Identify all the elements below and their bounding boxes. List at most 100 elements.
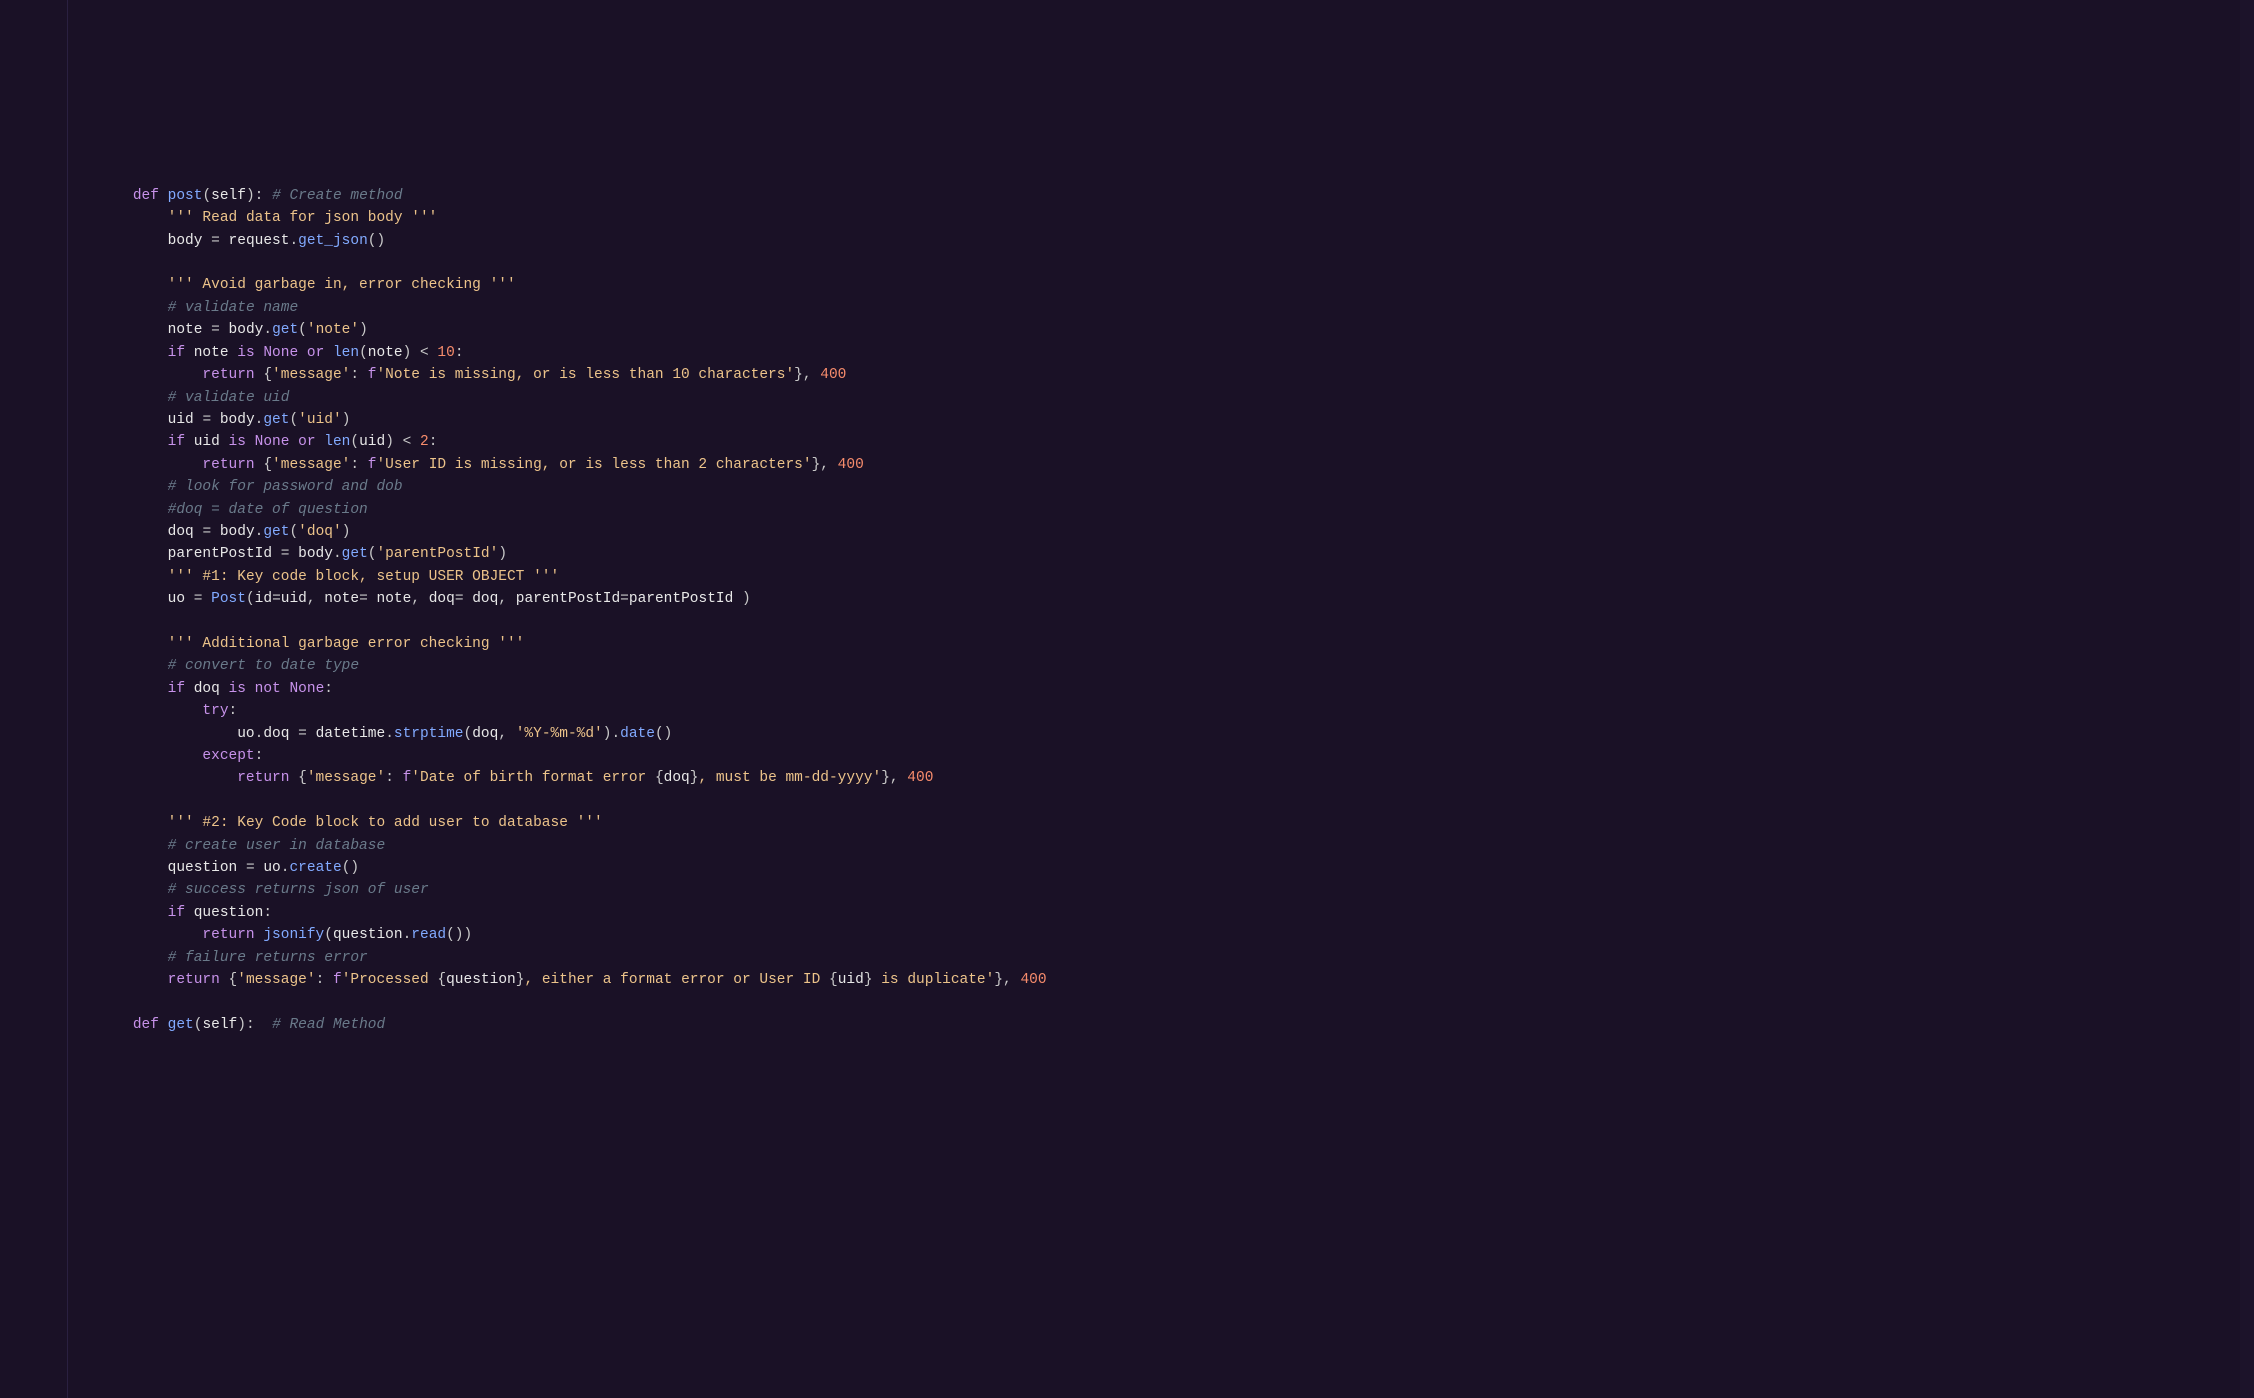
token: ( — [289, 412, 298, 428]
code-line[interactable]: question = uo.create() — [98, 857, 2214, 879]
code-line[interactable]: # validate uid — [98, 387, 2214, 409]
code-line[interactable]: if doq is not None: — [98, 678, 2214, 700]
code-line[interactable]: return {'message': f'Note is missing, or… — [98, 364, 2214, 386]
token: ( — [324, 927, 333, 943]
token — [246, 681, 255, 697]
token: 'message' — [272, 457, 350, 473]
token — [185, 345, 194, 361]
token: 'note' — [307, 322, 359, 338]
token — [202, 322, 211, 338]
code-line[interactable]: ''' Read data for json body ''' — [98, 207, 2214, 229]
token: { — [298, 770, 307, 786]
editor-minimap[interactable] — [2240, 0, 2254, 1398]
code-line[interactable]: ''' Additional garbage error checking ''… — [98, 633, 2214, 655]
code-line[interactable]: try: — [98, 700, 2214, 722]
token: if — [168, 905, 185, 921]
token: question — [168, 860, 238, 876]
code-line[interactable]: parentPostId = body.get('parentPostId') — [98, 543, 2214, 565]
indent — [98, 636, 168, 652]
token: # failure returns error — [168, 950, 368, 966]
token — [185, 591, 194, 607]
code-line[interactable] — [98, 991, 2214, 1013]
code-line[interactable] — [98, 611, 2214, 633]
token: len — [324, 434, 350, 450]
token: ''' Additional garbage error checking ''… — [168, 636, 525, 652]
code-line[interactable]: if question: — [98, 902, 2214, 924]
token: = — [246, 860, 255, 876]
token: is — [237, 345, 254, 361]
token: f — [403, 770, 412, 786]
token: . — [263, 322, 272, 338]
code-line[interactable]: note = body.get('note') — [98, 319, 2214, 341]
token: parentPostId — [629, 591, 733, 607]
code-line[interactable]: def post(self): # Create method — [98, 185, 2214, 207]
token — [289, 726, 298, 742]
code-line[interactable]: uid = body.get('uid') — [98, 409, 2214, 431]
token — [733, 591, 742, 607]
token: { — [229, 972, 238, 988]
token: }, — [881, 770, 907, 786]
code-line[interactable]: # validate name — [98, 297, 2214, 319]
indent — [98, 860, 168, 876]
indent — [98, 569, 168, 585]
token: return — [168, 972, 220, 988]
code-line[interactable]: uo.doq = datetime.strptime(doq, '%Y-%m-%… — [98, 723, 2214, 745]
code-line[interactable]: ''' #1: Key code block, setup USER OBJEC… — [98, 566, 2214, 588]
token: # convert to date type — [168, 658, 359, 674]
code-line[interactable]: return {'message': f'Date of birth forma… — [98, 767, 2214, 789]
token: note — [168, 322, 203, 338]
token: uid — [168, 412, 194, 428]
code-line[interactable]: uo = Post(id=uid, note= note, doq= doq, … — [98, 588, 2214, 610]
code-editor[interactable]: def post(self): # Create method ''' Read… — [0, 157, 2254, 1036]
token: strptime — [394, 726, 464, 742]
token: parentPostId — [168, 546, 272, 562]
code-line[interactable]: # look for password and dob — [98, 476, 2214, 498]
token: date — [620, 726, 655, 742]
code-line[interactable]: if note is None or len(note) < 10: — [98, 342, 2214, 364]
token: { — [263, 457, 272, 473]
code-line[interactable]: ''' #2: Key Code block to add user to da… — [98, 812, 2214, 834]
code-line[interactable]: # success returns json of user — [98, 879, 2214, 901]
token: # Read Method — [272, 1017, 385, 1033]
token: # success returns json of user — [168, 882, 429, 898]
code-line[interactable]: #doq = date of question — [98, 499, 2214, 521]
indent — [98, 681, 168, 697]
code-line[interactable]: # failure returns error — [98, 947, 2214, 969]
token: { — [437, 972, 446, 988]
code-line[interactable]: # create user in database — [98, 835, 2214, 857]
indent — [98, 838, 168, 854]
token: self — [202, 1017, 237, 1033]
code-line[interactable] — [98, 252, 2214, 274]
token: : — [255, 748, 264, 764]
code-line[interactable]: ''' Avoid garbage in, error checking ''' — [98, 274, 2214, 296]
code-line[interactable]: return {'message': f'User ID is missing,… — [98, 454, 2214, 476]
indent — [98, 770, 237, 786]
indent — [98, 905, 168, 921]
token: ( — [289, 524, 298, 540]
token — [237, 860, 246, 876]
token: read — [411, 927, 446, 943]
token: # validate uid — [168, 390, 290, 406]
token: post — [168, 188, 203, 204]
indent — [98, 524, 168, 540]
token: 400 — [838, 457, 864, 473]
code-line[interactable]: body = request.get_json() — [98, 230, 2214, 252]
token: } — [864, 972, 873, 988]
indent — [98, 927, 202, 943]
code-line[interactable]: # convert to date type — [98, 655, 2214, 677]
token: < — [403, 434, 412, 450]
code-line[interactable] — [98, 790, 2214, 812]
code-line[interactable]: doq = body.get('doq') — [98, 521, 2214, 543]
token: }, — [994, 972, 1020, 988]
code-line[interactable]: return {'message': f'Processed {question… — [98, 969, 2214, 991]
indent — [98, 972, 168, 988]
token: body — [220, 412, 255, 428]
token: ) — [359, 322, 368, 338]
indent — [98, 950, 168, 966]
code-line[interactable]: return jsonify(question.read()) — [98, 924, 2214, 946]
code-line[interactable]: if uid is None or len(uid) < 2: — [98, 431, 2214, 453]
code-line[interactable]: def get(self): # Read Method — [98, 1014, 2214, 1036]
indent — [98, 546, 168, 562]
code-line[interactable]: except: — [98, 745, 2214, 767]
token: uo — [168, 591, 185, 607]
